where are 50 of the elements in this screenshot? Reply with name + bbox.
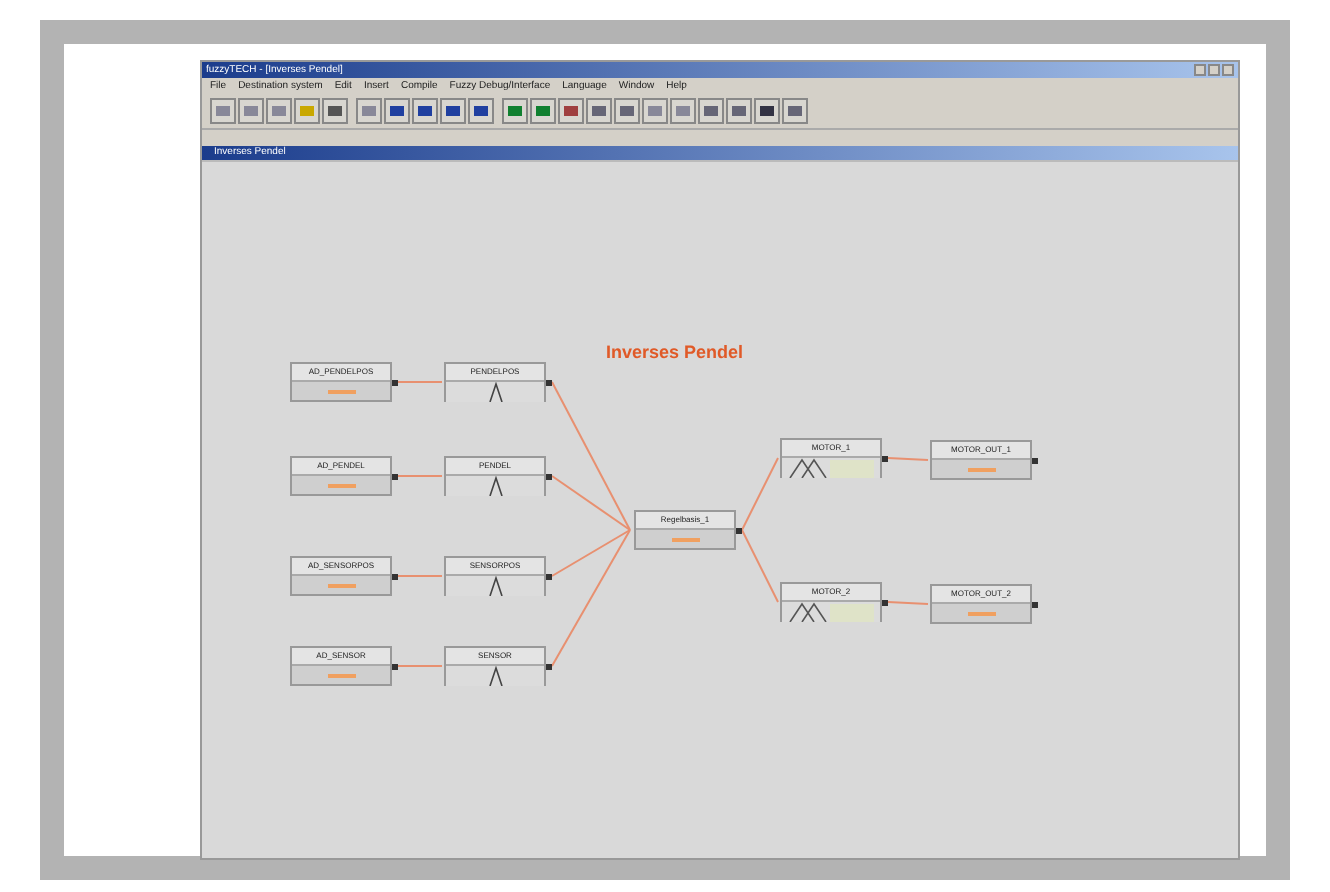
diagram-title: Inverses Pendel — [606, 342, 744, 362]
membership-graph-icon — [787, 458, 875, 478]
value-mark — [327, 484, 355, 488]
connector-line — [741, 457, 779, 531]
value-mark — [671, 538, 699, 542]
membership-graph-icon — [787, 602, 875, 622]
membership-graph-icon — [487, 382, 503, 402]
close-button[interactable] — [1222, 64, 1234, 76]
membership-graph-icon — [487, 576, 503, 596]
toolbar-button[interactable] — [726, 98, 752, 124]
toolbar-button[interactable] — [586, 98, 612, 124]
port-icon — [392, 380, 398, 386]
port-icon — [546, 380, 552, 386]
value-mark — [967, 612, 995, 616]
connector-line — [741, 529, 779, 603]
port-icon — [392, 474, 398, 480]
port-icon — [736, 528, 742, 534]
port-icon — [392, 664, 398, 670]
port-icon — [1032, 602, 1038, 608]
port-icon — [1032, 458, 1038, 464]
toolbar-button[interactable] — [782, 98, 808, 124]
port-icon — [546, 664, 552, 670]
port-icon — [882, 456, 888, 462]
toolbar-button[interactable] — [754, 98, 780, 124]
toolbar-button[interactable] — [322, 98, 348, 124]
membership-graph-icon — [487, 476, 503, 496]
toolbar-button[interactable] — [440, 98, 466, 124]
connector-line — [397, 381, 443, 383]
connector-line — [397, 475, 443, 477]
maximize-button[interactable] — [1208, 64, 1220, 76]
toolbar-button[interactable] — [412, 98, 438, 124]
connector-line — [887, 601, 929, 605]
connector-line — [887, 457, 929, 461]
port-icon — [546, 474, 552, 480]
membership-graph-icon — [487, 666, 503, 686]
minimize-button[interactable] — [1194, 64, 1206, 76]
value-mark — [327, 674, 355, 678]
toolbar-button[interactable] — [614, 98, 640, 124]
connector-line — [397, 665, 443, 667]
connector-line — [397, 575, 443, 577]
value-mark — [967, 468, 995, 472]
toolbar-button[interactable] — [384, 98, 410, 124]
port-icon — [546, 574, 552, 580]
value-mark — [327, 584, 355, 588]
port-icon — [392, 574, 398, 580]
toolbar-button[interactable] — [558, 98, 584, 124]
toolbar-button[interactable] — [698, 98, 724, 124]
toolbar-button[interactable] — [468, 98, 494, 124]
port-icon — [882, 600, 888, 606]
value-mark — [327, 390, 355, 394]
